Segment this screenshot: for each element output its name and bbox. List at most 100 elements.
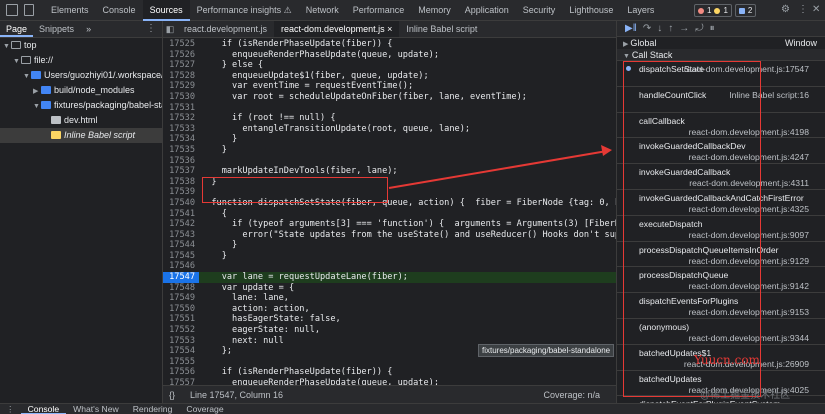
pretty-print-button[interactable]: {} — [169, 386, 175, 404]
drawer-tabs: ⋮ Console What's New Rendering Coverage — [0, 403, 825, 414]
tree-item[interactable]: ▼ top — [0, 38, 162, 53]
line-number[interactable]: 17530 — [163, 92, 199, 103]
tab-memory[interactable]: Memory — [411, 0, 458, 21]
tab-security[interactable]: Security — [516, 0, 563, 21]
device-toolbar-icon[interactable] — [24, 4, 34, 16]
call-stack-header[interactable]: ▼ Call Stack — [617, 49, 825, 61]
issue-counters[interactable]: 11 2 — [694, 4, 757, 17]
line-number[interactable]: 17545 — [163, 251, 199, 262]
panel-tabs: Elements Console Sources Performance insigh… — [44, 0, 661, 21]
code-line: } — [201, 250, 227, 261]
tree-item[interactable]: ▶ build/node_modules — [0, 83, 162, 98]
tab-application[interactable]: Application — [458, 0, 516, 21]
watermark-site: Yuucn.com — [694, 353, 760, 367]
collapse-arrow-icon: ▼ — [13, 58, 20, 65]
inspect-element-icon[interactable] — [6, 4, 18, 16]
source-code[interactable]: if (isRenderPhaseUpdate(fiber)) { enqueu… — [199, 39, 616, 385]
close-icon[interactable]: ✕ — [812, 4, 820, 15]
line-number[interactable]: 17528 — [163, 71, 199, 82]
line-number[interactable]: 17534 — [163, 134, 199, 145]
drawer-tab-coverage[interactable]: Coverage — [179, 404, 230, 414]
line-number[interactable]: 17539 — [163, 187, 199, 198]
code-line: if (typeof arguments[3] === 'function') … — [201, 219, 616, 230]
tab-elements[interactable]: Elements — [44, 0, 96, 21]
tab-snippets[interactable]: Snippets — [33, 21, 80, 37]
line-number[interactable]: 17549 — [163, 293, 199, 304]
file-tab-label: Inline Babel script — [406, 24, 478, 34]
line-number[interactable]: 17532 — [163, 113, 199, 124]
line-number-gutter[interactable]: 17525 17526 17527 17528 17529 17530 17531 17532… — [163, 39, 199, 409]
line-number[interactable]: 17555 — [163, 357, 199, 368]
line-number[interactable]: 17550 — [163, 304, 199, 315]
resume-icon[interactable]: ▶︎‖ — [625, 23, 637, 34]
deactivate-breakpoints-icon[interactable]: ⤾ — [695, 23, 703, 34]
tab-network[interactable]: Network — [299, 0, 346, 21]
line-number[interactable]: 17554 — [163, 346, 199, 357]
issues-counter[interactable]: 2 — [734, 4, 757, 17]
tree-item-label: file:// — [34, 55, 54, 65]
tree-item[interactable]: ▼ file:// — [0, 53, 162, 68]
tree-item[interactable]: ▼ fixtures/packaging/babel-star — [0, 98, 162, 113]
line-number[interactable]: 17535 — [163, 145, 199, 156]
line-number[interactable]: 17546 — [163, 261, 199, 272]
line-number[interactable]: 17526 — [163, 50, 199, 61]
line-number[interactable]: 17531 — [163, 103, 199, 114]
file-tab[interactable]: Inline Babel script — [399, 21, 484, 37]
pause-on-exceptions-icon[interactable]: ⏸ — [710, 23, 715, 34]
tab-console[interactable]: Console — [96, 0, 143, 21]
line-number[interactable]: 17547 — [163, 272, 199, 283]
file-tab[interactable]: react-dom.development.js × — [274, 21, 400, 37]
toggle-navigator-icon[interactable]: ◧ — [163, 21, 177, 37]
error-counter[interactable]: 11 — [694, 4, 732, 17]
line-number[interactable]: 17525 — [163, 39, 199, 50]
close-tab-icon[interactable]: × — [385, 24, 392, 34]
code-line: markUpdateInDevTools(fiber, lane); — [201, 166, 398, 177]
line-number[interactable]: 17551 — [163, 314, 199, 325]
tree-item[interactable]: Inline Babel script — [0, 128, 162, 143]
drawer-tab-console[interactable]: Console — [20, 404, 67, 414]
more-menu-icon[interactable]: ⋮ — [798, 4, 808, 15]
more-tabs-button[interactable]: » — [80, 21, 97, 37]
line-number[interactable]: 17536 — [163, 156, 199, 167]
code-line: var update = { — [201, 282, 295, 293]
file-tab[interactable]: react.development.js — [177, 21, 274, 37]
line-number[interactable]: 17544 — [163, 240, 199, 251]
tab-lighthouse[interactable]: Lighthouse — [562, 0, 620, 21]
watermark-text: @稀土掘金技术社区 — [700, 390, 791, 401]
line-number[interactable]: 17542 — [163, 219, 199, 230]
settings-gear-icon[interactable]: ⚙ — [781, 4, 790, 15]
line-number[interactable]: 17552 — [163, 325, 199, 336]
line-number[interactable]: 17543 — [163, 230, 199, 241]
line-number[interactable]: 17540 — [163, 198, 199, 209]
drawer-tab-what-s-new[interactable]: What's New — [66, 404, 126, 414]
tree-item[interactable]: ▼ Users/guozhiyi01/.workspace/p — [0, 68, 162, 83]
editor-status-bar: {} Line 17547, Column 16 Coverage: n/a — [163, 385, 616, 403]
scope-window-label: Window — [784, 38, 817, 48]
collapse-arrow-icon: ▼ — [23, 73, 30, 80]
tab-sources[interactable]: Sources — [142, 0, 190, 21]
step-into-icon[interactable]: ↓ — [657, 23, 662, 34]
line-number[interactable]: 17537 — [163, 166, 199, 177]
step-out-icon[interactable]: ↑ — [668, 23, 673, 34]
tab-performance[interactable]: Performance — [346, 0, 412, 21]
line-number[interactable]: 17533 — [163, 124, 199, 135]
drawer-tab-rendering[interactable]: Rendering — [126, 404, 180, 414]
step-over-icon[interactable]: ↷ — [643, 23, 651, 34]
step-icon[interactable]: → — [679, 23, 689, 34]
drawer-menu-icon[interactable]: ⋮ — [0, 404, 21, 414]
tab-page[interactable]: Page — [0, 21, 34, 37]
line-number[interactable]: 17548 — [163, 283, 199, 294]
line-number[interactable]: 17553 — [163, 336, 199, 347]
tree-item[interactable]: dev.html — [0, 113, 162, 128]
scope-global-row[interactable]: ▶ Global Window — [617, 37, 825, 49]
line-number[interactable]: 17541 — [163, 209, 199, 220]
line-number[interactable]: 17529 — [163, 81, 199, 92]
line-number[interactable]: 17556 — [163, 367, 199, 378]
more-options-icon[interactable]: ⋮ — [146, 23, 156, 34]
line-number[interactable]: 17538 — [163, 177, 199, 188]
tab-layers[interactable]: Layers — [620, 0, 661, 21]
tab-performance-insights[interactable]: Performance insights ⚠ — [190, 0, 299, 21]
line-number[interactable]: 17527 — [163, 60, 199, 71]
